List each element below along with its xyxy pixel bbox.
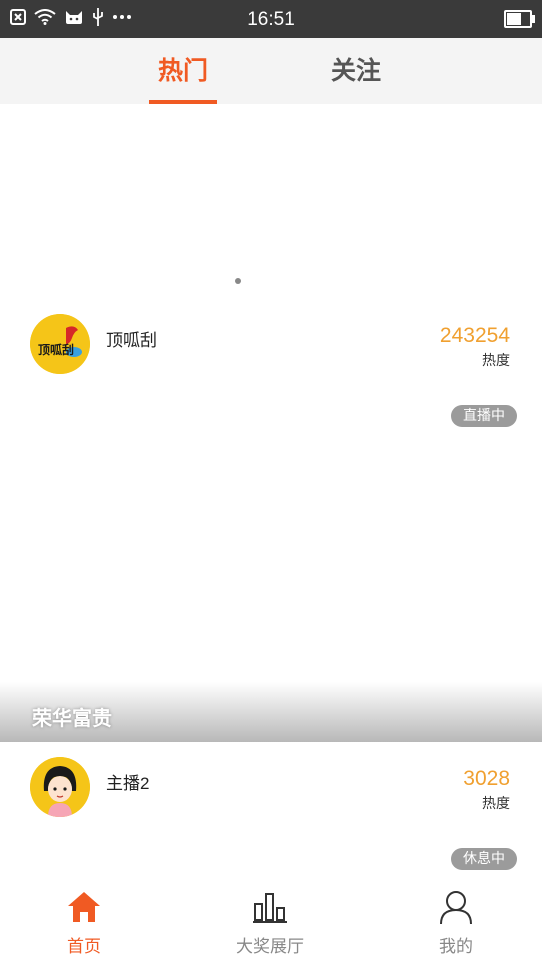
heat-label: 热度 — [482, 796, 510, 812]
status-bar: 16:51 — [0, 0, 542, 38]
bottom-nav: 首页 大奖展厅 我的 — [0, 882, 542, 962]
brand-logo-icon: 顶呱刮 — [30, 314, 90, 374]
loading-dot — [235, 278, 241, 284]
battery-icon — [504, 10, 535, 28]
bar-chart-icon — [253, 893, 287, 923]
tab-hot-label: 热门 — [157, 56, 208, 85]
heat-value: 243254 — [439, 324, 510, 347]
section-header: 荣华富贵 — [0, 682, 542, 742]
girl-avatar-icon — [30, 757, 90, 817]
user-icon — [440, 891, 472, 924]
nav-me[interactable]: 我的 — [396, 882, 516, 962]
avatar[interactable] — [30, 757, 90, 817]
streamer-name: 顶呱刮 — [106, 331, 157, 350]
heat-label: 热度 — [482, 353, 510, 369]
status-time: 16:51 — [247, 9, 295, 30]
nav-prize-hall[interactable]: 大奖展厅 — [210, 882, 330, 962]
status-badge: 直播中 — [451, 405, 517, 427]
tab-hot[interactable]: 热门 — [149, 38, 217, 104]
nav-me-label: 我的 — [439, 937, 473, 957]
top-tabs: 热门 关注 — [0, 38, 542, 104]
streamer-name: 主播2 — [106, 774, 150, 793]
logo-text: 顶呱刮 — [38, 342, 74, 357]
home-icon — [68, 892, 100, 922]
status-badge: 休息中 — [451, 848, 517, 870]
nav-home-label: 首页 — [67, 937, 101, 957]
tab-active-indicator — [149, 100, 217, 104]
nav-home[interactable]: 首页 — [24, 882, 144, 962]
section-title: 荣华富贵 — [32, 706, 112, 730]
tab-follow[interactable]: 关注 — [322, 38, 390, 104]
heat-value: 3028 — [463, 767, 510, 790]
nav-prize-hall-label: 大奖展厅 — [236, 937, 304, 957]
tab-follow-label: 关注 — [330, 56, 381, 85]
avatar[interactable]: 顶呱刮 — [30, 314, 90, 374]
